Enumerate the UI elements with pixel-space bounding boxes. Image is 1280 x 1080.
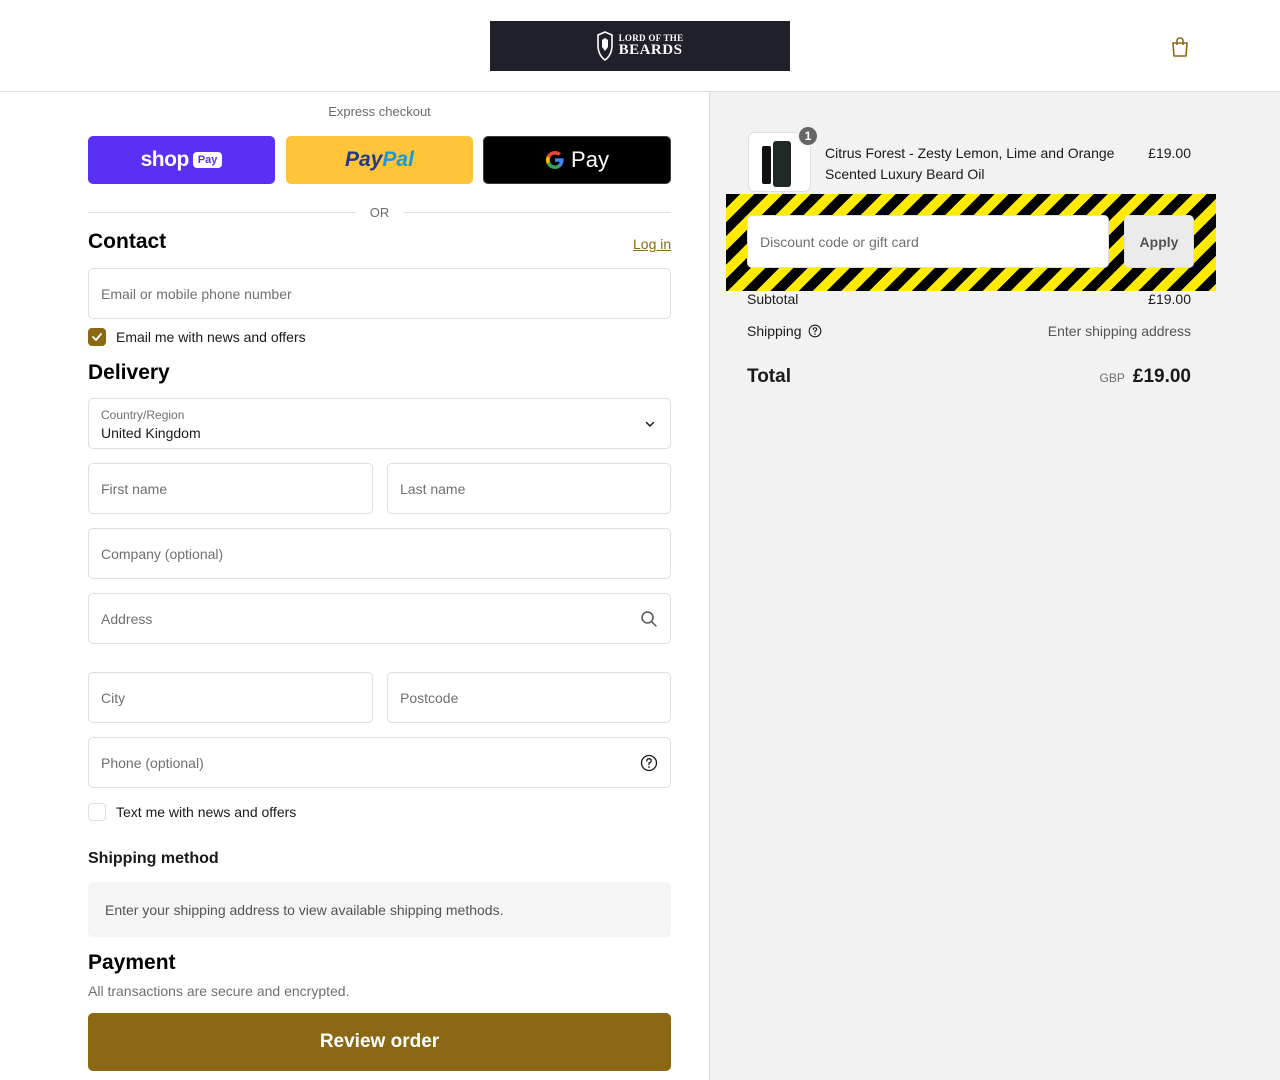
company-wrapper xyxy=(88,528,671,579)
shopping-bag-icon[interactable] xyxy=(1170,36,1190,58)
or-divider: OR xyxy=(88,203,671,221)
country-select[interactable]: Country/Region United Kingdom xyxy=(88,398,671,449)
quantity-badge: 1 xyxy=(797,125,819,147)
email-field-wrapper xyxy=(88,268,671,319)
payment-subtitle: All transactions are secure and encrypte… xyxy=(88,983,350,999)
product-name: Citrus Forest - Zesty Lemon, Lime and Or… xyxy=(825,145,1115,182)
search-icon[interactable] xyxy=(640,610,658,628)
shipping-method-message-box: Enter your shipping address to view avai… xyxy=(88,882,671,937)
text-offers-row[interactable]: Text me with news and offers xyxy=(88,803,296,821)
subtotal-value: £19.00 xyxy=(1148,291,1191,307)
email-offers-label: Email me with news and offers xyxy=(116,329,306,345)
logo-line2: BEARDS xyxy=(618,42,683,58)
total-label: Total xyxy=(747,366,791,387)
shipping-row: Shipping Enter shipping address xyxy=(747,323,1191,339)
text-offers-checkbox[interactable] xyxy=(88,803,106,821)
postcode-wrapper xyxy=(387,672,671,723)
total-currency: GBP xyxy=(1099,371,1125,385)
email-offers-checkbox[interactable] xyxy=(88,328,106,346)
email-field[interactable] xyxy=(101,285,658,302)
shipping-method-title: Shipping method xyxy=(88,850,219,867)
phone-wrapper xyxy=(88,737,671,788)
google-pay-button[interactable]: Pay xyxy=(483,136,671,184)
shipping-label-group: Shipping xyxy=(747,323,822,339)
divider-line xyxy=(88,211,356,213)
discount-field-wrapper xyxy=(747,215,1109,268)
or-text: OR xyxy=(369,204,390,220)
lion-shield-icon xyxy=(596,31,613,61)
shipping-method-message: Enter your shipping address to view avai… xyxy=(105,901,504,918)
delivery-title: Delivery xyxy=(88,361,170,384)
address-wrapper xyxy=(88,593,671,644)
login-link[interactable]: Log in xyxy=(633,236,671,252)
checkout-header: LORD OF THE BEARDS xyxy=(0,0,1280,92)
total-row: Total GBP £19.00 xyxy=(747,366,1191,388)
total-value-group: GBP £19.00 xyxy=(1100,366,1191,388)
first-name-field[interactable] xyxy=(101,480,360,497)
apply-discount-button[interactable]: Apply xyxy=(1124,215,1194,268)
google-pay-word: Pay xyxy=(571,147,609,172)
shop-pay-badge: Pay xyxy=(192,152,223,168)
product-bottle-cap xyxy=(762,146,771,184)
first-name-wrapper xyxy=(88,463,373,514)
divider-line xyxy=(403,211,671,213)
shop-pay-word: shop xyxy=(140,148,190,171)
shipping-label: Shipping xyxy=(747,323,802,339)
checkmark-icon xyxy=(92,333,102,341)
help-circle-icon[interactable] xyxy=(808,324,822,338)
total-amount: £19.00 xyxy=(1132,366,1191,387)
payment-title: Payment xyxy=(88,951,176,974)
product-bottle xyxy=(773,141,791,187)
country-label: Country/Region xyxy=(101,408,185,422)
last-name-field[interactable] xyxy=(400,480,658,497)
paypal-word-pal: Pal xyxy=(382,148,414,171)
product-price: £19.00 xyxy=(1148,145,1191,161)
email-offers-row[interactable]: Email me with news and offers xyxy=(88,328,306,346)
store-logo[interactable]: LORD OF THE BEARDS xyxy=(490,21,790,71)
logo-text: LORD OF THE BEARDS xyxy=(619,34,684,58)
subtotal-row: Subtotal £19.00 xyxy=(747,291,1191,307)
shop-pay-button[interactable]: shop Pay xyxy=(88,136,275,184)
city-field[interactable] xyxy=(101,689,360,706)
google-g-icon xyxy=(546,151,564,169)
company-field[interactable] xyxy=(101,545,658,562)
address-field[interactable] xyxy=(101,610,658,627)
chevron-down-icon xyxy=(645,421,655,427)
contact-title: Contact xyxy=(88,230,167,253)
help-circle-icon[interactable] xyxy=(640,754,658,772)
phone-field[interactable] xyxy=(101,754,658,771)
paypal-word-pay: Pay xyxy=(345,148,383,171)
city-wrapper xyxy=(88,672,373,723)
shipping-value: Enter shipping address xyxy=(1047,323,1191,339)
text-offers-label: Text me with news and offers xyxy=(116,804,297,820)
discount-code-input[interactable] xyxy=(760,233,1096,250)
review-order-button[interactable]: Review order xyxy=(88,1013,671,1071)
postcode-field[interactable] xyxy=(400,689,658,706)
country-value: United Kingdom xyxy=(101,425,201,441)
last-name-wrapper xyxy=(387,463,671,514)
paypal-button[interactable]: Pay Pal xyxy=(286,136,473,184)
express-checkout-label: Express checkout xyxy=(328,104,431,119)
subtotal-label: Subtotal xyxy=(747,291,799,307)
